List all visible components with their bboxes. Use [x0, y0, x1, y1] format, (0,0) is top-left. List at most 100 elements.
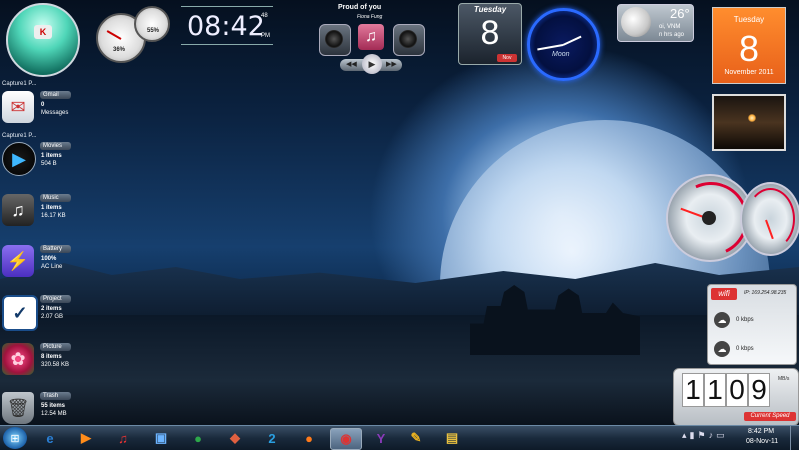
wifi-upload-speed: 0 kbps	[736, 317, 754, 323]
taskbar-app-button[interactable]: ◆	[220, 428, 250, 448]
paint-icon: ✎	[410, 430, 422, 445]
gauge-redline	[746, 188, 795, 250]
slideshow-light	[748, 114, 756, 122]
show-desktop-button[interactable]	[790, 426, 799, 450]
sidebar-item-title: Project	[40, 295, 71, 303]
player-left-speaker[interactable]	[319, 24, 351, 56]
counter-digit: 1	[704, 373, 726, 407]
taskbar-app-button[interactable]: 2	[257, 428, 287, 448]
speed-counter-gadget[interactable]: 1 1 0 9 MB/s Current Speed	[673, 368, 799, 426]
counter-unit: MB/s	[778, 376, 790, 382]
player-song-title: Proud of you	[338, 4, 382, 11]
sidebar-item-project[interactable]: ✓ Project 2 items 2.07 GB	[0, 295, 72, 337]
battery-tray-icon[interactable]: ▭	[716, 430, 725, 446]
desktop-file-caption[interactable]: Capture1 P...	[2, 133, 37, 139]
sidebar-item-picture[interactable]: ✿ Picture 8 items 320.58 KB	[0, 343, 72, 385]
taskbar-app-button[interactable]: ✎	[401, 428, 431, 448]
taskbar-app-button[interactable]: ▣	[146, 428, 176, 448]
show-hidden-icons-icon[interactable]: ▴	[682, 430, 687, 446]
previous-icon[interactable]: ◀◀	[346, 60, 357, 68]
sidebar-item-title: Battery	[40, 245, 71, 253]
player-right-speaker[interactable]	[393, 24, 425, 56]
wifi-meter-gadget[interactable]: wifi IP: 169.254.98.235 ☁ 0 kbps ☁ 0 kbp…	[707, 284, 797, 365]
taskbar-app-button[interactable]: ▤	[437, 428, 467, 448]
system-tray: ▴ ▮ ⚑ ♪ ▭	[682, 430, 744, 446]
memory-meter-gadget[interactable]: 55%	[134, 6, 170, 42]
sidebar-item-title: Gmail	[40, 91, 71, 99]
sidebar-item-movies[interactable]: ▶ Movies 1 items 504 B	[0, 142, 72, 184]
taskbar-app-button[interactable]: ●	[294, 428, 324, 448]
clock-time: 08:42	[187, 11, 265, 42]
clock-seconds: 48	[261, 13, 268, 19]
firefox-icon: ●	[305, 430, 313, 446]
sidebar-item-title: Trash	[40, 392, 71, 400]
sidebar-item-value: 1 items	[41, 205, 62, 211]
memory-gauge-value: 55%	[147, 28, 160, 34]
taskbar-app-button[interactable]: ▶	[71, 428, 101, 448]
network-tray-icon[interactable]: ▮	[690, 430, 695, 446]
sidebar-item-subvalue: 16.17 KB	[41, 213, 66, 219]
clock-hour-hand	[562, 35, 582, 46]
download-cloud-icon: ☁	[714, 341, 730, 357]
yahoo-icon: Y	[376, 430, 386, 446]
play-button[interactable]: ▶	[362, 54, 382, 74]
slideshow-gadget[interactable]	[712, 94, 786, 151]
taskbar-date[interactable]: 08-Nov-11	[746, 438, 778, 445]
player-artist: Fiona Fung	[357, 14, 383, 20]
sidebar-item-value: 100%	[41, 256, 57, 262]
analog-clock-gadget[interactable]: Moon	[527, 8, 600, 81]
kaspersky-icon: K	[34, 25, 52, 39]
sidebar-item-title: Music	[40, 194, 71, 202]
play-icon: ▶	[2, 142, 36, 176]
checkbox-icon: ✓	[2, 295, 38, 331]
weather-temperature: 26°	[670, 6, 690, 21]
desktop-file-caption[interactable]: Capture1 P...	[2, 81, 37, 87]
sidebar-item-subvalue: Messages	[41, 110, 69, 116]
speaker-cone-icon	[325, 30, 343, 48]
taskbar-app-button[interactable]: e	[35, 428, 65, 448]
sidebar-item-subvalue: 12.54 MB	[41, 411, 67, 417]
sidebar-item-value: 8 items	[41, 354, 62, 360]
sidebar-item-music[interactable]: ♫ Music 1 items 16.17 KB	[0, 194, 72, 236]
counter-digit: 9	[748, 373, 770, 407]
sidebar-orb-gadget[interactable]: K	[6, 3, 80, 77]
volume-tray-icon[interactable]: ♪	[709, 430, 714, 446]
player-controls: ◀◀ ▶ ▶▶	[340, 54, 402, 74]
upload-cloud-icon: ☁	[714, 312, 730, 328]
sidebar-item-value: 0	[41, 102, 45, 108]
globe-icon: ●	[194, 430, 202, 446]
taskbar-app-button[interactable]: ◉	[330, 428, 362, 450]
app-2-icon: 2	[268, 430, 276, 446]
player-album-art[interactable]: ♫	[358, 24, 384, 50]
flower-icon: ✿	[2, 343, 34, 375]
weather-gadget[interactable]: 26° oi, VNM n hrs ago	[617, 4, 694, 42]
clock-minute-hand	[537, 44, 564, 51]
flip-calendar-gadget[interactable]: Tuesday 8 Nov	[458, 3, 522, 65]
taskbar-time[interactable]: 8:42 PM	[748, 428, 774, 435]
taskbar-app-button[interactable]: Y	[366, 428, 396, 448]
clock-ampm: PM	[261, 33, 270, 39]
sidebar-item-subvalue: 320.58 KB	[41, 362, 70, 368]
next-icon[interactable]: ▶▶	[386, 60, 397, 68]
sidebar-item-subvalue: 2.07 GB	[41, 314, 64, 320]
digital-clock-gadget[interactable]: 08:42 48 PM	[181, 6, 273, 45]
calendar-gadget[interactable]: Tuesday 8 November 2011	[712, 7, 786, 84]
start-button[interactable]: ⊞	[3, 427, 27, 449]
weather-updated: n hrs ago	[659, 32, 685, 38]
sidebar-item-title: Movies	[40, 142, 71, 150]
internet-explorer-icon: e	[46, 430, 54, 446]
windows-logo-icon: ⊞	[10, 432, 20, 445]
sidebar-item-subvalue: 504 B	[41, 161, 57, 167]
game-icon: ◆	[230, 430, 240, 445]
flip-calendar-day: Tuesday	[473, 5, 507, 14]
sidebar-item-value: 55 items	[41, 403, 66, 409]
taskbar-app-button[interactable]: ♫	[108, 428, 138, 448]
taskbar-app-button[interactable]: ●	[183, 428, 213, 448]
sidebar-item-gmail[interactable]: ✉ Gmail 0 Messages	[0, 91, 72, 133]
gadget-app-icon: ◉	[340, 431, 352, 446]
calendar-month-year: November 2011	[724, 69, 774, 76]
gauge-hub	[702, 211, 716, 225]
sidebar-item-battery[interactable]: ⚡ Battery 100% AC Line	[0, 245, 72, 287]
secondary-speed-gauge[interactable]	[740, 182, 799, 256]
flag-tray-icon[interactable]: ⚑	[697, 430, 705, 446]
